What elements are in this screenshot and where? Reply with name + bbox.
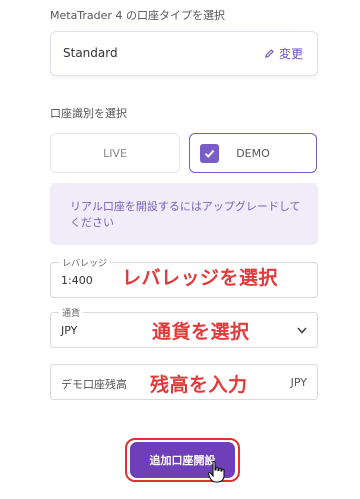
change-account-type-link[interactable]: 変更 xyxy=(264,45,303,62)
account-type-value: Standard xyxy=(63,46,118,60)
leverage-value: 1:400 xyxy=(61,274,93,287)
leverage-legend: レバレッジ xyxy=(59,256,111,269)
upgrade-notice: リアル口座を開設するにはアップグレードしてください xyxy=(50,183,318,245)
annotation-enter-balance: 残高を入力 xyxy=(150,374,248,396)
change-label: 変更 xyxy=(278,47,303,61)
live-account-option[interactable]: LIVE xyxy=(50,133,180,173)
pencil-icon xyxy=(265,49,274,58)
balance-currency-suffix: JPY xyxy=(290,376,307,389)
currency-value: JPY xyxy=(61,324,78,337)
submit-label: 追加口座開設 xyxy=(149,454,216,467)
annotation-select-leverage: レバレッジを選択 xyxy=(122,267,279,289)
hand-cursor-icon xyxy=(207,460,225,483)
demo-account-option[interactable]: DEMO xyxy=(189,133,317,173)
chevron-down-icon xyxy=(297,327,307,334)
upgrade-notice-text: リアル口座を開設するにはアップグレードしてください xyxy=(70,200,301,229)
account-type-section-label: MetaTrader 4 の口座タイプを選択 xyxy=(50,9,225,22)
annotation-select-currency: 通貨を選択 xyxy=(152,321,250,343)
account-kind-section-label: 口座識別を選択 xyxy=(50,107,127,120)
live-option-label: LIVE xyxy=(103,146,127,160)
demo-balance-placeholder: デモ口座残高 xyxy=(61,378,127,391)
demo-option-label: DEMO xyxy=(236,146,270,160)
account-type-card: Standard 変更 xyxy=(50,31,318,76)
checkbox-checked-icon xyxy=(200,144,219,163)
currency-legend: 通貨 xyxy=(59,306,84,319)
